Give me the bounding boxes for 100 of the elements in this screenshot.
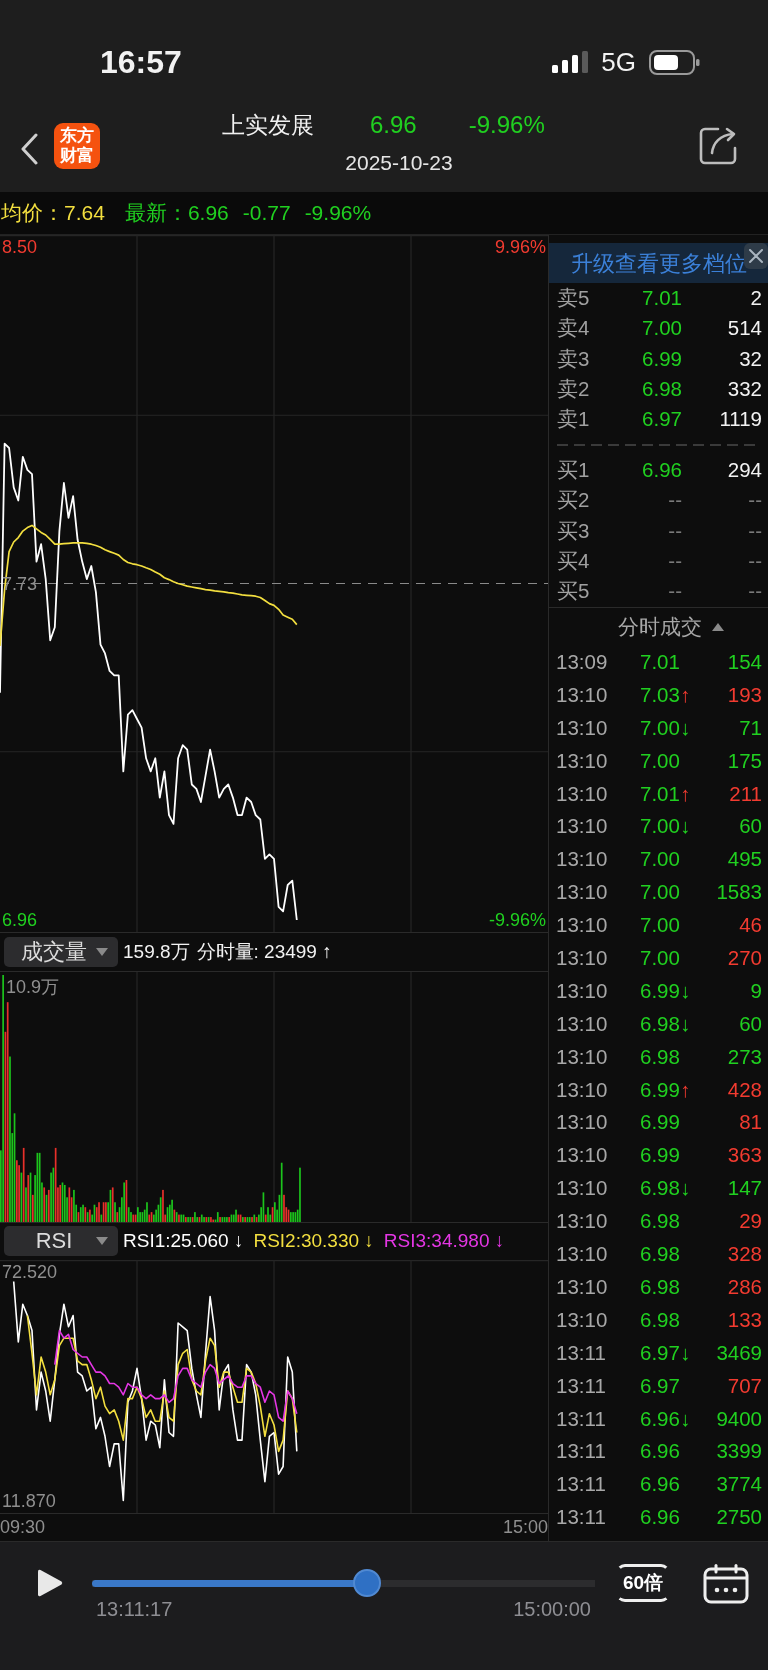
order-level-label: 卖4: [557, 316, 590, 340]
trade-time: 13:11: [556, 1373, 606, 1397]
order-volume: 332: [727, 377, 762, 400]
trade-volume: 363: [727, 1143, 762, 1167]
share-icon[interactable]: [698, 126, 738, 166]
caret-icon: [96, 947, 108, 956]
order-volume: --: [748, 548, 762, 572]
trade-volume: 273: [727, 1044, 762, 1068]
tick-arrow: ↓: [679, 1176, 691, 1200]
slider-thumb[interactable]: [353, 1569, 382, 1597]
order-volume: --: [748, 488, 762, 512]
trade-time: 13:10: [556, 1143, 608, 1167]
indicator-dropdown[interactable]: 成交量: [4, 936, 118, 967]
tick-arrow: ↑: [679, 682, 691, 706]
speed-button[interactable]: 60倍: [616, 1564, 671, 1602]
trade-volume: 147: [727, 1176, 762, 1200]
rsi-reading: RSI1:25.060 ↓: [123, 1229, 244, 1254]
trade-time: 13:10: [556, 1176, 608, 1200]
trade-price: 7.00: [640, 946, 680, 970]
trade-volume: 133: [727, 1307, 762, 1331]
indicator-dropdown[interactable]: RSI: [4, 1226, 118, 1257]
trade-price: 6.96: [640, 1505, 680, 1529]
calendar-icon[interactable]: [703, 1564, 750, 1604]
trade-price: 6.97: [640, 1373, 680, 1397]
order-level-label: 买1: [557, 457, 590, 481]
trade-time: 13:11: [556, 1406, 606, 1430]
order-price: 6.96: [642, 457, 682, 481]
order-level-label: 买4: [557, 548, 590, 572]
trade-volume: 9400: [716, 1406, 762, 1430]
order-level-label: 买5: [557, 579, 590, 603]
order-volume: 294: [727, 457, 762, 481]
battery-icon: [649, 49, 700, 75]
trade-time: 13:09: [556, 650, 608, 673]
time-axis-label: 15:00: [502, 1516, 548, 1540]
tick-arrow: ↑: [679, 781, 691, 805]
latest-price-label: 最新：: [124, 200, 188, 227]
trade-time: 13:10: [556, 1274, 608, 1298]
trade-price: 6.96: [640, 1406, 680, 1430]
sort-icon[interactable]: [711, 622, 724, 631]
trade-volume: 154: [727, 650, 762, 673]
play-icon[interactable]: [37, 1568, 63, 1598]
order-price: 7.01: [642, 285, 682, 309]
trade-volume: 81: [739, 1110, 762, 1134]
stock-name: 上实发展: [222, 110, 314, 140]
back-icon[interactable]: [20, 133, 38, 165]
volume-total: 159.8万: [123, 939, 190, 964]
trade-price: 7.01: [640, 781, 680, 805]
axis-label: 8.50: [2, 236, 38, 258]
trade-price: 6.96: [640, 1472, 680, 1496]
trade-time: 13:10: [556, 682, 608, 706]
replay-end-time: 15:00:00: [513, 1597, 591, 1621]
price-change-percent: -9.96%: [468, 110, 545, 140]
trade-price: 6.98: [640, 1307, 680, 1331]
trade-volume: 707: [727, 1373, 762, 1397]
trade-price: 6.99: [640, 1077, 680, 1101]
order-volume: 32: [739, 346, 762, 370]
trade-time: 13:10: [556, 1307, 608, 1331]
order-price: 6.98: [642, 377, 682, 400]
rsi-reading: RSI2:30.330 ↓: [253, 1229, 374, 1254]
order-level-label: 卖1: [557, 407, 590, 431]
trade-price: 7.00: [640, 748, 680, 772]
trade-price: 7.01: [640, 650, 680, 673]
order-volume: --: [748, 518, 762, 542]
trade-time: 13:10: [556, 946, 608, 970]
axis-label: 6.96: [2, 909, 38, 931]
order-volume: 1119: [719, 407, 762, 431]
trade-price: 6.98: [640, 1044, 680, 1068]
order-price: --: [668, 488, 682, 512]
order-price: 7.00: [642, 316, 682, 340]
trade-price: 6.98: [640, 1209, 680, 1233]
signal-icon: [552, 51, 589, 73]
price-change: -0.77: [242, 200, 291, 227]
trade-time: 13:10: [556, 814, 608, 838]
order-level-label: 买2: [557, 488, 590, 512]
percent-axis-label: -9.96%: [488, 909, 546, 931]
latest-price-value: 6.96: [187, 200, 229, 227]
close-icon[interactable]: [744, 243, 768, 269]
trade-price: 6.98: [640, 1176, 680, 1200]
order-volume: --: [748, 579, 762, 603]
trade-price: 7.00: [640, 880, 680, 904]
time-axis-label: 09:30: [0, 1516, 46, 1540]
trades-title: 分时成交: [617, 614, 702, 641]
tick-arrow: ↓: [679, 978, 691, 1002]
trade-time: 13:10: [556, 1242, 608, 1266]
trade-time: 13:10: [556, 715, 608, 739]
tick-arrow: ↓: [679, 1340, 691, 1364]
upgrade-link[interactable]: 升级查看更多档位: [570, 246, 747, 280]
trade-price: 6.98: [640, 1011, 680, 1035]
trade-price: 7.03: [640, 682, 680, 706]
trade-price: 6.99: [640, 1143, 680, 1167]
order-price: --: [668, 518, 682, 542]
status-time: 16:57: [100, 43, 182, 81]
axis-label: 72.520: [2, 1261, 58, 1284]
trade-time: 13:10: [556, 847, 608, 871]
order-price: 6.97: [642, 407, 682, 431]
tick-arrow: ↓: [679, 715, 691, 739]
trade-price: 6.98: [640, 1274, 680, 1298]
minute-volume: 分时量: 23499 ↑: [196, 939, 332, 964]
average-price-label: 均价：: [1, 200, 64, 227]
trade-time: 13:10: [556, 913, 608, 937]
